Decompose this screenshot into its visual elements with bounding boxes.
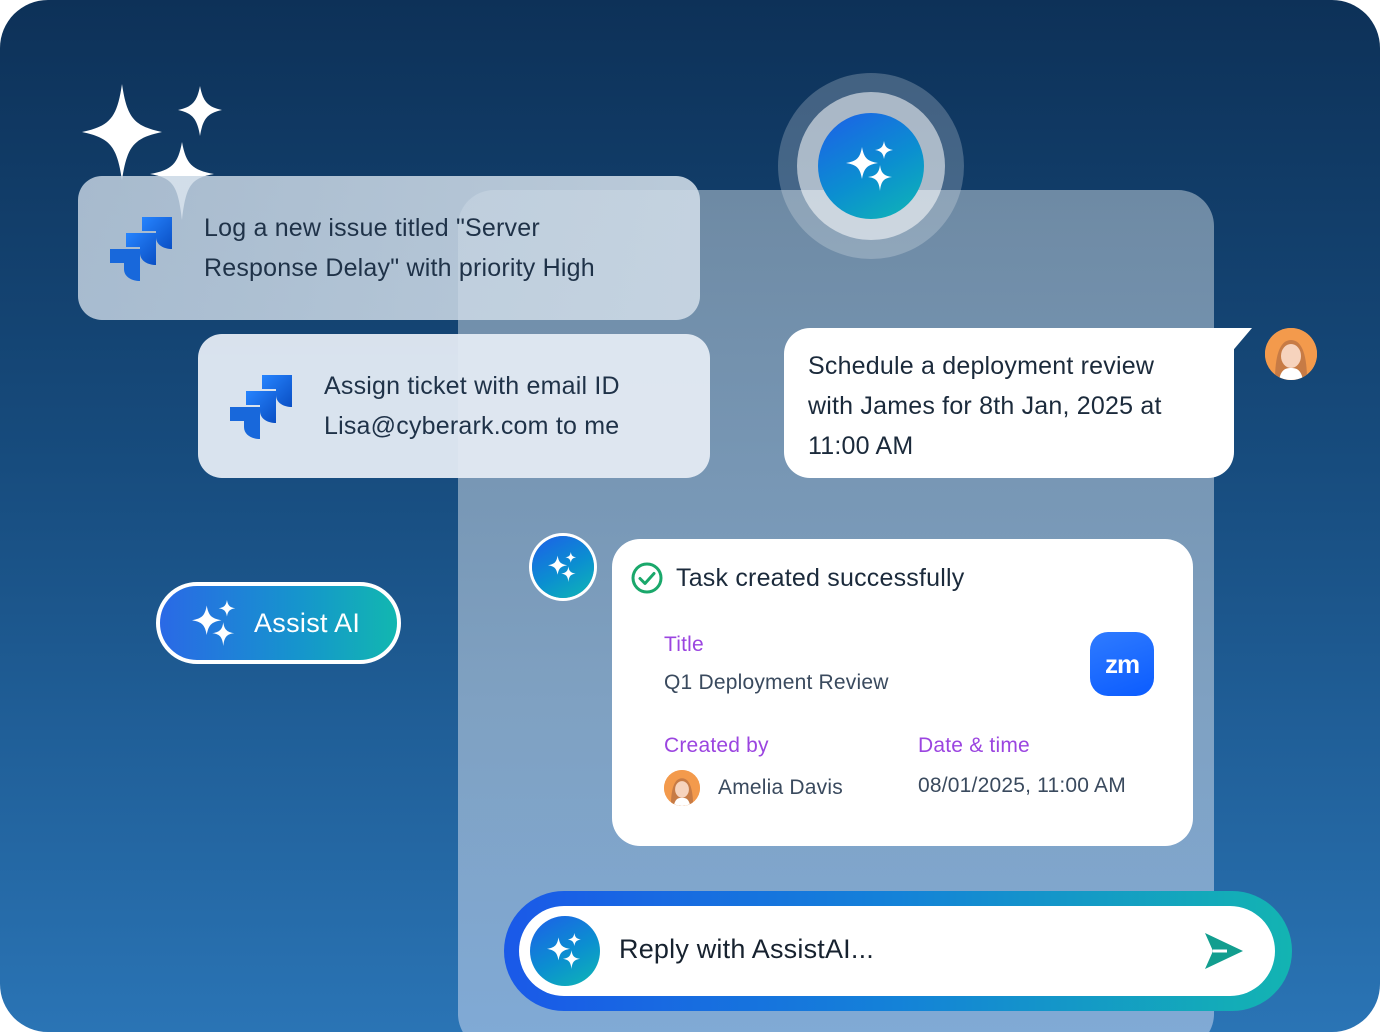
text-line: with James for 8th Jan, 2025 at (808, 392, 1162, 420)
avatar (1265, 328, 1317, 380)
text-line: Log a new issue titled "Server (204, 214, 540, 242)
jira-request-text: Assign ticket with email ID Lisa@cyberar… (324, 366, 620, 446)
avatar-image (664, 770, 700, 806)
datetime-value: 08/01/2025, 11:00 AM (918, 774, 1126, 797)
sparkles-icon (192, 600, 236, 646)
jira-icon (230, 375, 292, 439)
task-status-text: Task created successfully (676, 563, 965, 592)
text-line: Lisa@cyberark.com to me (324, 412, 620, 440)
ai-avatar (532, 536, 594, 598)
sparkles-icon (548, 552, 577, 582)
user-message-text: Schedule a deployment review with James … (808, 346, 1210, 466)
sparkles-icon (547, 933, 581, 969)
text-line: Response Delay" with priority High (204, 254, 595, 282)
user-message-bubble: Schedule a deployment review with James … (784, 328, 1252, 478)
text-line: 11:00 AM (808, 432, 914, 460)
avatar-image (1265, 328, 1317, 380)
bubble-tail (1218, 328, 1252, 368)
reply-placeholder[interactable]: Reply with AssistAI... (619, 934, 874, 965)
sparkles-icon (846, 141, 893, 191)
task-result-card: Task created successfully Title Q1 Deplo… (612, 539, 1193, 846)
created-by-value: Amelia Davis (718, 776, 843, 799)
assist-ai-button[interactable]: Assist AI (156, 582, 401, 664)
assist-ai-label: Assist AI (254, 607, 361, 638)
title-label: Title (664, 633, 704, 656)
task-status: Task created successfully (630, 561, 964, 595)
jira-request-bubble: Log a new issue titled "Server Response … (78, 176, 700, 320)
text-line: Schedule a deployment review (808, 352, 1155, 380)
avatar (664, 770, 700, 806)
ai-orb (818, 113, 924, 219)
jira-request-text: Log a new issue titled "Server Response … (204, 208, 595, 288)
jira-icon (110, 217, 172, 281)
send-icon[interactable] (1203, 931, 1245, 971)
zoom-icon: zm (1090, 632, 1154, 696)
created-by-label: Created by (664, 734, 769, 757)
ai-avatar (530, 916, 600, 986)
jira-request-bubble: Assign ticket with email ID Lisa@cyberar… (198, 334, 710, 478)
check-circle-icon (631, 562, 663, 594)
title-value: Q1 Deployment Review (664, 671, 889, 694)
text-line: Assign ticket with email ID (324, 372, 620, 400)
datetime-label: Date & time (918, 734, 1030, 757)
assist-ai-showcase: Log a new issue titled "Server Response … (0, 0, 1380, 1032)
